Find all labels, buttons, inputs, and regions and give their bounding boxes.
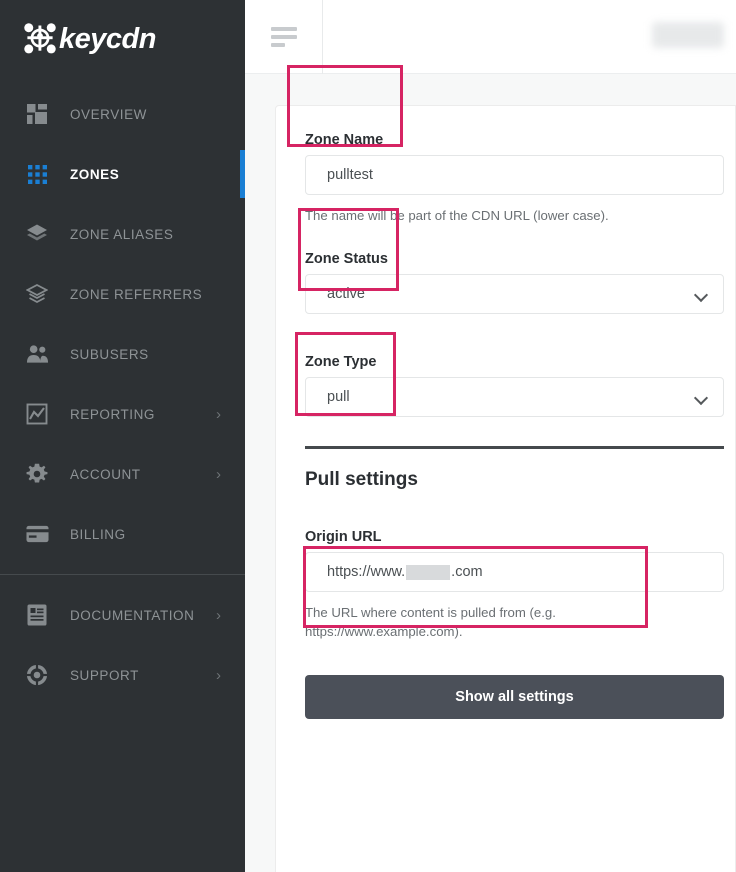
zone-status-value: active — [327, 286, 365, 302]
top-bar — [245, 0, 736, 74]
chart-line-icon — [24, 401, 50, 427]
layers-filled-icon — [24, 221, 50, 247]
sidebar-item-label: ZONES — [70, 167, 119, 182]
sidebar-nav: OVERVIEW ZONES — [0, 78, 245, 705]
sidebar-item-account[interactable]: ACCOUNT › — [0, 444, 245, 504]
sidebar-item-documentation[interactable]: DOCUMENTATION › — [0, 585, 245, 645]
sidebar-item-label: REPORTING — [70, 407, 155, 422]
show-all-settings-button[interactable]: Show all settings — [305, 675, 724, 719]
sidebar-item-zone-referrers[interactable]: ZONE REFERRERS — [0, 264, 245, 324]
zone-status-select[interactable]: active — [305, 274, 724, 314]
hamburger-menu-icon — [271, 27, 297, 47]
grid-dots-icon — [24, 161, 50, 187]
zone-status-label: Zone Status — [305, 251, 735, 267]
sidebar-item-zone-aliases[interactable]: ZONE ALIASES — [0, 204, 245, 264]
zone-name-field: Zone Name pulltest The name will be part… — [276, 132, 735, 225]
zone-type-select[interactable]: pull — [305, 377, 724, 417]
document-icon — [24, 602, 50, 628]
zone-name-input[interactable]: pulltest — [305, 155, 724, 195]
origin-url-input[interactable]: https://www. .com — [305, 552, 724, 592]
zone-settings-card: Zone Name pulltest The name will be part… — [275, 105, 736, 872]
origin-url-value-suffix: .com — [451, 564, 482, 580]
sidebar-item-label: ZONE REFERRERS — [70, 287, 202, 302]
pull-settings-title: Pull settings — [305, 469, 735, 491]
grid-blocks-icon — [24, 101, 50, 127]
app-root: keycdn OVERVIEW — [0, 0, 736, 872]
sidebar-item-support[interactable]: SUPPORT › — [0, 645, 245, 705]
hamburger-menu-button[interactable] — [245, 0, 323, 74]
zone-name-helper: The name will be part of the CDN URL (lo… — [305, 206, 705, 225]
sidebar-item-label: DOCUMENTATION — [70, 608, 194, 623]
zone-status-field: Zone Status active — [276, 251, 735, 314]
submit-row: Show all settings — [276, 675, 735, 719]
chevron-right-icon: › — [216, 467, 221, 482]
sidebar-item-label: SUPPORT — [70, 668, 139, 683]
zone-name-label: Zone Name — [305, 132, 735, 148]
credit-card-icon — [24, 521, 50, 547]
sidebar-item-label: SUBUSERS — [70, 347, 149, 362]
lifebuoy-icon — [24, 662, 50, 688]
brand-name: keycdn — [59, 25, 156, 54]
zone-type-label: Zone Type — [305, 354, 735, 370]
users-icon — [24, 341, 50, 367]
origin-url-value-prefix: https://www. — [327, 564, 405, 580]
zone-type-field: Zone Type pull — [276, 354, 735, 417]
zone-name-value: pulltest — [327, 167, 373, 183]
sidebar-item-overview[interactable]: OVERVIEW — [0, 84, 245, 144]
gear-icon — [24, 461, 50, 487]
brand-logo[interactable]: keycdn — [0, 0, 245, 78]
chevron-right-icon: › — [216, 668, 221, 683]
sidebar: keycdn OVERVIEW — [0, 0, 245, 872]
section-divider — [305, 446, 724, 449]
origin-url-redacted-host — [406, 565, 450, 580]
zone-type-value: pull — [327, 389, 350, 405]
main-area: Zone Name pulltest The name will be part… — [245, 0, 736, 872]
sidebar-item-label: OVERVIEW — [70, 107, 147, 122]
sidebar-item-zones[interactable]: ZONES — [0, 144, 245, 204]
chevron-right-icon: › — [216, 608, 221, 623]
sidebar-item-billing[interactable]: BILLING — [0, 504, 245, 564]
sidebar-item-reporting[interactable]: REPORTING › — [0, 384, 245, 444]
chevron-right-icon: › — [216, 407, 221, 422]
sidebar-item-subusers[interactable]: SUBUSERS — [0, 324, 245, 384]
layers-outline-icon — [24, 281, 50, 307]
sidebar-item-label: ACCOUNT — [70, 467, 141, 482]
sidebar-item-label: BILLING — [70, 527, 126, 542]
origin-url-helper: The URL where content is pulled from (e.… — [305, 603, 705, 641]
account-badge-redacted[interactable] — [652, 22, 724, 48]
keycdn-key-logo-icon — [22, 21, 58, 57]
sidebar-divider — [0, 574, 245, 575]
origin-url-label: Origin URL — [305, 529, 735, 545]
content-scroll-region: Zone Name pulltest The name will be part… — [245, 74, 736, 872]
sidebar-item-label: ZONE ALIASES — [70, 227, 173, 242]
origin-url-field: Origin URL https://www. .com The URL wher… — [276, 529, 735, 641]
